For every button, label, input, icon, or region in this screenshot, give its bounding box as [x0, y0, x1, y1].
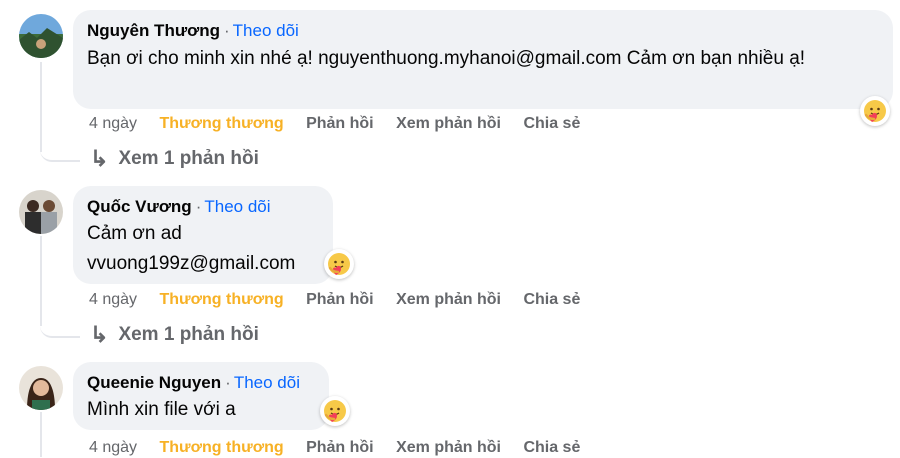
- view-more-replies-label: Xem 1 phản hồi: [118, 324, 259, 345]
- comment-author[interactable]: Nguyên Thương: [87, 21, 220, 40]
- reply-button[interactable]: Phản hồi: [306, 114, 374, 134]
- comment-actions: 4 ngày Thương thương Phản hồi Xem phản h…: [89, 438, 580, 458]
- reply-arrow-icon: ↳: [90, 322, 109, 347]
- reply-arrow-icon: ↳: [90, 146, 109, 171]
- thread-line: [40, 236, 42, 326]
- follow-link[interactable]: Theo dõi: [204, 197, 270, 216]
- care-emoji-icon[interactable]: [320, 396, 350, 426]
- comment-author[interactable]: Queenie Nguyen: [87, 373, 221, 392]
- reaction-button[interactable]: Thương thương: [160, 438, 284, 458]
- follow-link[interactable]: Theo dõi: [233, 21, 299, 40]
- comment-bubble: Queenie Nguyen · Theo dõi Mình xin file vớ…: [73, 362, 329, 430]
- thread-line: [40, 62, 42, 152]
- timestamp[interactable]: 4 ngày: [89, 438, 137, 458]
- timestamp[interactable]: 4 ngày: [89, 290, 137, 310]
- thread-elbow: [40, 140, 80, 162]
- care-emoji-icon[interactable]: [324, 249, 354, 279]
- view-replies-button[interactable]: Xem phản hồi: [396, 114, 501, 134]
- reply-button[interactable]: Phản hồi: [306, 290, 374, 310]
- comment-text-line: vvuong199z@gmail.com: [87, 253, 296, 274]
- follow-link[interactable]: Theo dõi: [234, 373, 300, 392]
- comment-text: Bạn ơi cho minh xin nhé ạ! nguyenthuong.…: [87, 48, 806, 69]
- separator-dot: ·: [195, 197, 202, 216]
- view-more-replies[interactable]: ↳ Xem 1 phản hồi: [90, 322, 259, 348]
- comment-bubble: Quốc Vương · Theo dõi Cảm ơn ad vvuong199z…: [73, 186, 333, 284]
- avatar[interactable]: [19, 14, 63, 58]
- comment-bubble: Nguyên Thương · Theo dõi Bạn ơi cho minh x…: [73, 10, 893, 109]
- view-replies-button[interactable]: Xem phản hồi: [396, 438, 501, 458]
- avatar[interactable]: [19, 366, 63, 410]
- view-replies-button[interactable]: Xem phản hồi: [396, 290, 501, 310]
- view-more-replies-label: Xem 1 phản hồi: [118, 148, 259, 169]
- avatar[interactable]: [19, 190, 63, 234]
- thread-elbow: [40, 316, 80, 338]
- reply-button[interactable]: Phản hồi: [306, 438, 374, 458]
- reaction-button[interactable]: Thương thương: [160, 114, 284, 134]
- share-button[interactable]: Chia sẻ: [523, 114, 580, 134]
- comment-text-line: Cảm ơn ad: [87, 223, 182, 244]
- comment-actions: 4 ngày Thương thương Phản hồi Xem phản h…: [89, 114, 580, 134]
- comment-author[interactable]: Quốc Vương: [87, 197, 192, 216]
- share-button[interactable]: Chia sẻ: [523, 290, 580, 310]
- separator-dot: ·: [224, 21, 230, 40]
- thread-line: [40, 412, 42, 457]
- reaction-button[interactable]: Thương thương: [160, 290, 284, 310]
- timestamp[interactable]: 4 ngày: [89, 114, 137, 134]
- comment-actions: 4 ngày Thương thương Phản hồi Xem phản h…: [89, 290, 580, 310]
- care-emoji-icon[interactable]: [860, 96, 890, 126]
- comment-text: Mình xin file với a: [87, 399, 236, 420]
- share-button[interactable]: Chia sẻ: [523, 438, 580, 458]
- separator-dot: ·: [225, 373, 231, 392]
- view-more-replies[interactable]: ↳ Xem 1 phản hồi: [90, 146, 259, 172]
